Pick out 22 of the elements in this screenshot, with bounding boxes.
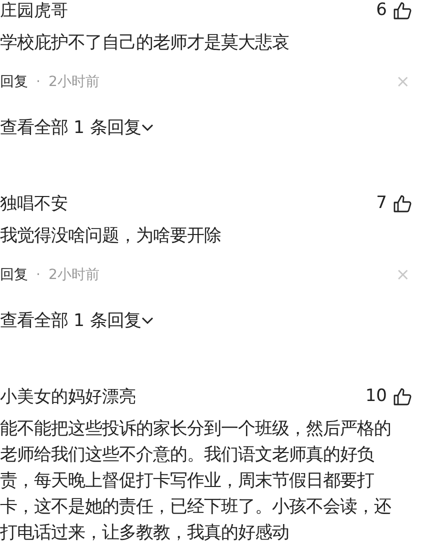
user-name[interactable]: 独唱不安 bbox=[0, 192, 376, 214]
timestamp: 2小时前 bbox=[48, 266, 100, 284]
reply-link[interactable]: 回复 bbox=[0, 266, 28, 284]
chevron-down-icon bbox=[140, 316, 154, 324]
thumbs-up-icon[interactable] bbox=[393, 386, 412, 406]
comment-text: 学校庇护不了自己的老师才是莫大悲哀 bbox=[0, 32, 290, 55]
comment-text: 我觉得没啥问题，为啥要开除 bbox=[0, 225, 222, 248]
like-count: 10 bbox=[365, 386, 387, 406]
reply-link[interactable]: 回复 bbox=[0, 73, 28, 91]
timestamp: 2小时前 bbox=[48, 73, 100, 91]
comment-text: 能不能把这些投诉的家长分到一个班级，然后严格的老师给我们这些不介意的。我们语文老师真的好负责，每天晚上督促打卡写作业，周末节假日都要打卡，这不是她的责任，已经下班了。小孩不会读，还打电话过来，让多教教，我真的好感动 bbox=[0, 418, 392, 545]
thumbs-up-icon[interactable] bbox=[393, 0, 412, 20]
chevron-down-icon bbox=[140, 122, 154, 132]
thumbs-up-icon[interactable] bbox=[393, 194, 412, 212]
separator-dot: · bbox=[36, 74, 40, 90]
view-replies-link[interactable]: 查看全部 1 条回复 bbox=[0, 308, 412, 332]
like-count: 6 bbox=[376, 0, 387, 20]
user-name[interactable]: 小美女的妈好漂亮 bbox=[0, 384, 366, 408]
view-replies-link[interactable]: 查看全部 1 条回复 bbox=[0, 115, 412, 139]
user-name[interactable]: 庄园虎哥 bbox=[0, 0, 376, 22]
separator-dot: · bbox=[36, 267, 40, 283]
like-count: 7 bbox=[376, 193, 387, 213]
